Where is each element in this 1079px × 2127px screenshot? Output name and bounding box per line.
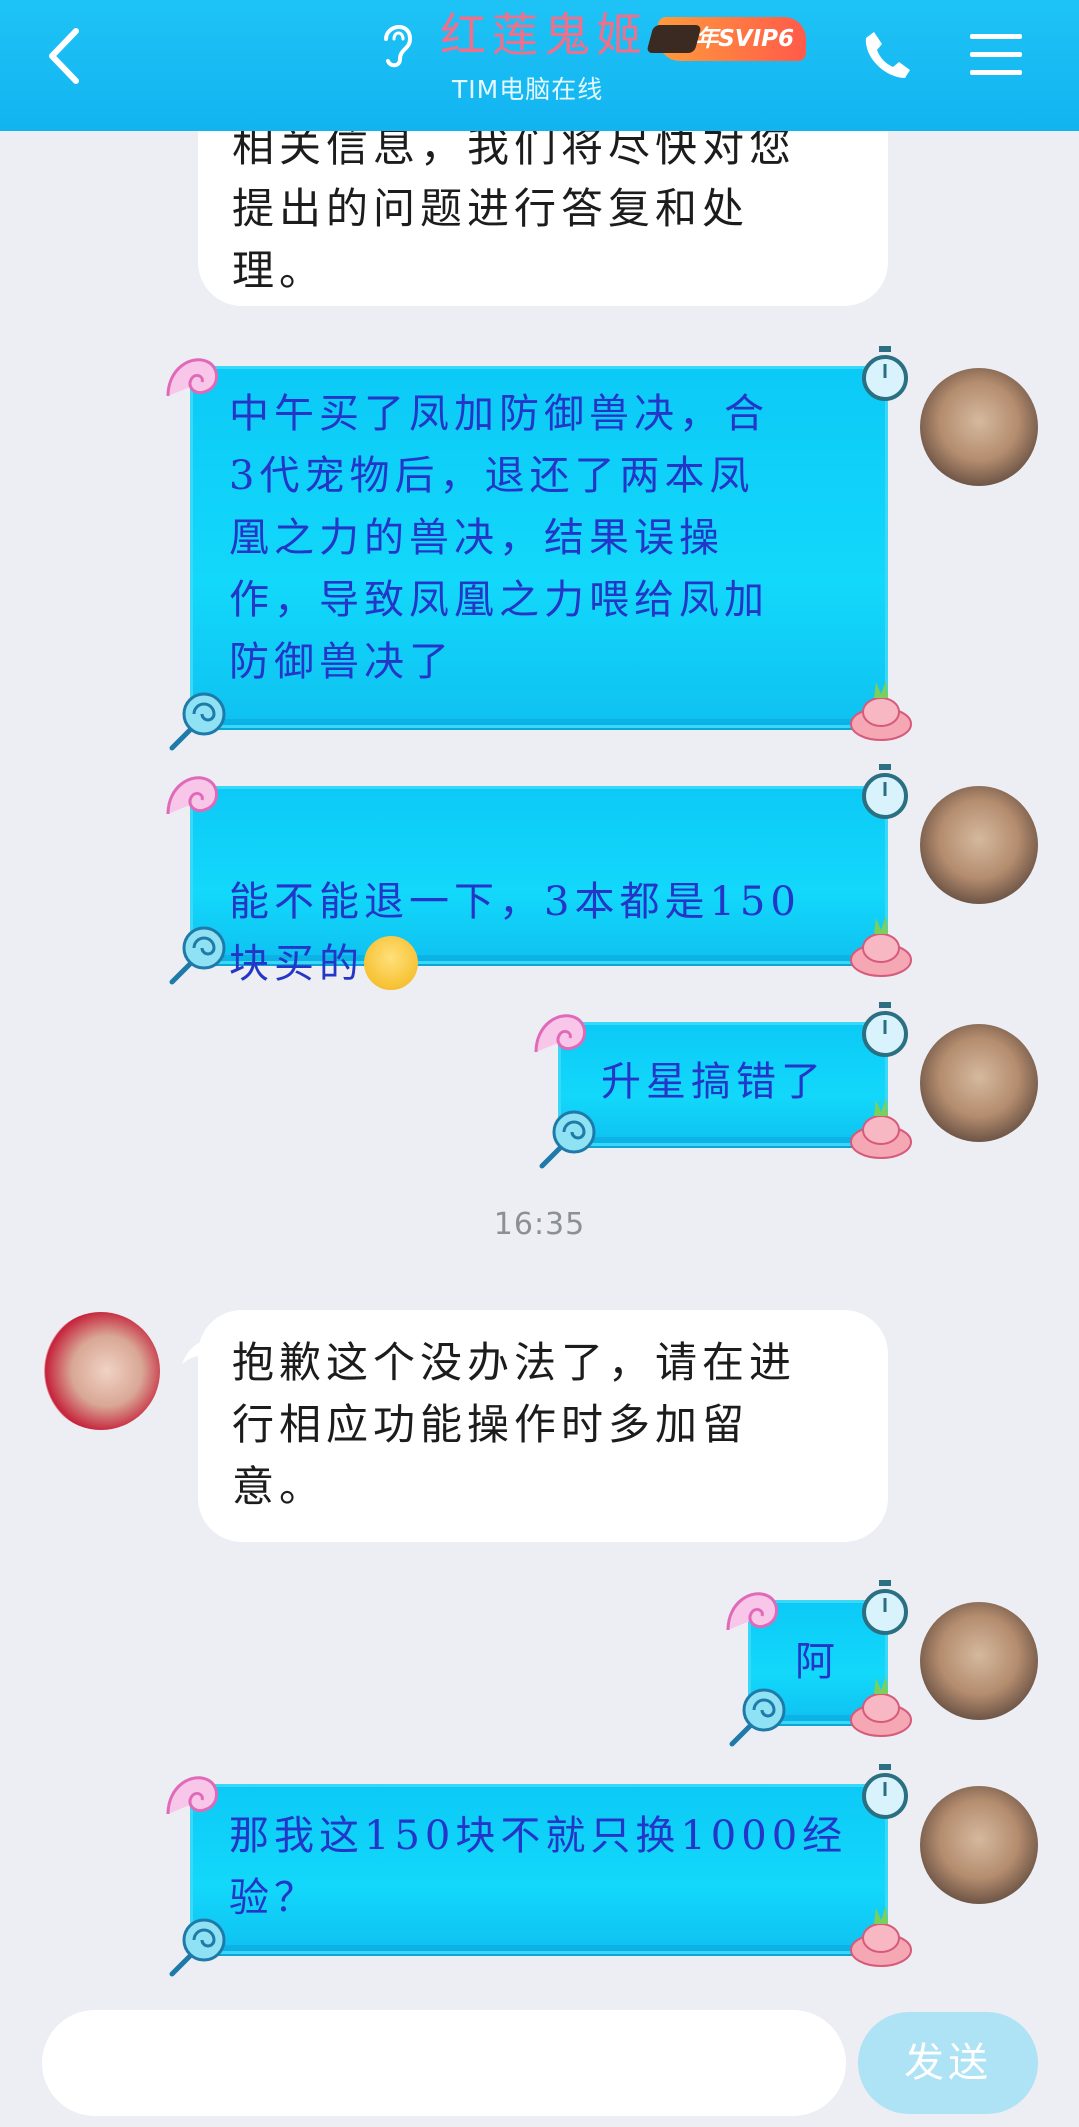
back-button[interactable] bbox=[40, 25, 90, 87]
message-text: 抱歉这个没办法了，请在进 行相应功能操作时多加留 意。 bbox=[232, 1338, 797, 1511]
online-status: TIM电脑在线 bbox=[452, 75, 604, 104]
flower-decoration-icon bbox=[850, 1906, 912, 1967]
lollipop-icon bbox=[539, 1110, 596, 1169]
message-text: 能不能退一下，3本都是150 块买的 bbox=[229, 809, 869, 995]
message-text: 升星搞错了 bbox=[601, 1059, 826, 1105]
lollipop-icon bbox=[169, 926, 226, 985]
shell-decoration-icon bbox=[166, 776, 218, 815]
contact-name[interactable]: 红莲鬼姬 bbox=[440, 4, 648, 66]
my-avatar[interactable] bbox=[920, 1024, 1038, 1142]
shell-decoration-icon bbox=[166, 358, 218, 397]
vip-mark-icon bbox=[646, 25, 702, 53]
my-avatar[interactable] bbox=[920, 368, 1038, 486]
my-avatar[interactable] bbox=[920, 1786, 1038, 1904]
contact-avatar[interactable] bbox=[42, 1312, 160, 1430]
vip-badge-label: 年SVIP6 bbox=[695, 26, 794, 52]
scared-emoji-icon bbox=[364, 936, 418, 990]
send-button[interactable]: 发送 bbox=[858, 2012, 1038, 2114]
my-avatar[interactable] bbox=[920, 786, 1038, 904]
chat-header: 红莲鬼姬 年SVIP6 TIM电脑在线 bbox=[0, 0, 1079, 131]
menu-button[interactable] bbox=[968, 30, 1024, 80]
flower-decoration-icon bbox=[850, 916, 912, 977]
lollipop-icon bbox=[169, 1918, 226, 1977]
phone-icon bbox=[865, 32, 910, 78]
ear-icon[interactable] bbox=[376, 17, 418, 69]
flower-decoration-icon bbox=[850, 1098, 912, 1159]
lollipop-icon bbox=[169, 692, 226, 751]
vip-badge: 年SVIP6 bbox=[646, 17, 806, 61]
message-bubble-received[interactable]: 抱歉这个没办法了，请在进 行相应功能操作时多加留 意。 bbox=[198, 1310, 888, 1542]
shell-decoration-icon bbox=[534, 1014, 586, 1053]
flower-decoration-icon bbox=[850, 680, 912, 741]
stopwatch-icon bbox=[862, 764, 908, 819]
hamburger-menu-icon bbox=[970, 34, 1022, 75]
lollipop-icon bbox=[729, 1688, 786, 1747]
stopwatch-icon bbox=[862, 1580, 908, 1635]
stopwatch-icon bbox=[862, 346, 908, 401]
phone-button[interactable] bbox=[860, 28, 914, 82]
message-text: 中午买了凤加防御兽决，合 3代宠物后，退还了两本凤 凰之力的兽决，结果误操 作，… bbox=[229, 391, 769, 685]
stopwatch-icon bbox=[862, 1002, 908, 1057]
message-bubble-sent[interactable]: 中午买了凤加防御兽决，合 3代宠物后，退还了两本凤 凰之力的兽决，结果误操 作，… bbox=[190, 366, 888, 728]
stopwatch-icon bbox=[862, 1764, 908, 1819]
message-input[interactable] bbox=[42, 2010, 846, 2116]
message-bubble-sent[interactable]: 那我这150块不就只换1000经 验？ bbox=[190, 1784, 888, 1954]
message-timestamp: 16:35 bbox=[493, 1207, 586, 1242]
flower-decoration-icon bbox=[850, 1676, 912, 1737]
message-bubble-sent[interactable]: 升星搞错了 bbox=[558, 1022, 888, 1146]
shell-decoration-icon bbox=[166, 1776, 218, 1815]
my-avatar[interactable] bbox=[920, 1602, 1038, 1720]
message-text: 相关信息，我们将尽快对您 提出的问题进行答复和处 理。 bbox=[232, 122, 797, 295]
message-text-body: 能不能退一下，3本都是150 块买的 bbox=[229, 879, 801, 987]
chevron-left-icon bbox=[49, 28, 79, 84]
message-bubble-sent[interactable]: 能不能退一下，3本都是150 块买的 bbox=[190, 786, 888, 990]
message-text: 那我这150块不就只换1000经 验？ bbox=[229, 1813, 848, 1921]
shell-decoration-icon bbox=[726, 1592, 778, 1631]
